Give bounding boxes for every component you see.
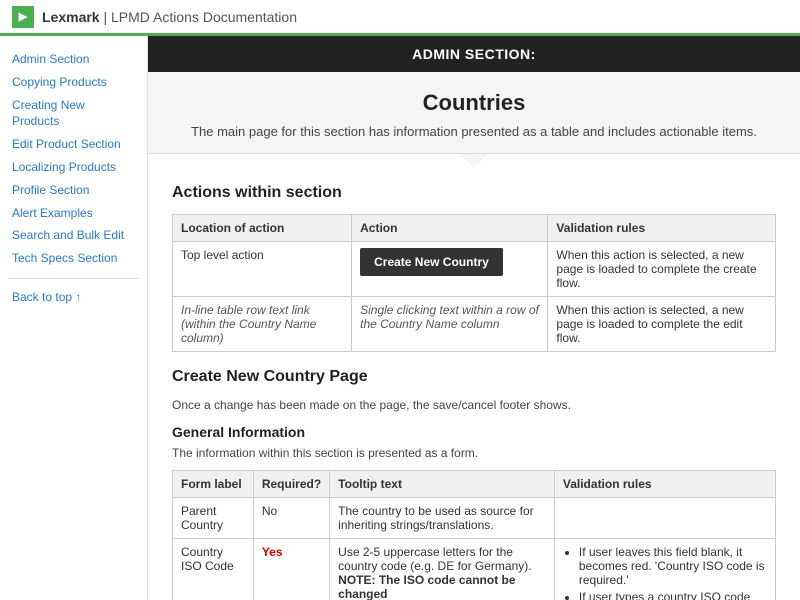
row2-action: Single clicking text within a row of the…	[352, 297, 548, 352]
sidebar-item-search-and-bulk-edit[interactable]: Search and Bulk Edit	[8, 224, 139, 247]
sidebar-item-profile-section[interactable]: Profile Section	[8, 179, 139, 202]
hero-area: Countries The main page for this section…	[148, 72, 800, 154]
general-info-desc: The information within this section is p…	[172, 446, 776, 460]
actions-col-action: Action	[352, 215, 548, 242]
row2-location: In-line table row text link (within the …	[173, 297, 352, 352]
form-col-tooltip: Tooltip text	[330, 471, 555, 498]
parent-country-validation	[554, 498, 775, 539]
admin-bar-label: ADMIN SECTION:	[412, 46, 536, 62]
sidebar: Admin Section Copying Products Creating …	[0, 36, 148, 600]
row2-validation: When this action is selected, a new page…	[548, 297, 776, 352]
sidebar-item-admin-section[interactable]: Admin Section	[8, 48, 139, 71]
general-info-table: Form label Required? Tooltip text Valida…	[172, 470, 776, 600]
header: ▶ Lexmark | LPMD Actions Documentation	[0, 0, 800, 36]
form-col-required: Required?	[253, 471, 329, 498]
iso-code-tooltip: Use 2-5 uppercase letters for the countr…	[330, 539, 555, 600]
parent-country-label: Parent Country	[173, 498, 254, 539]
row1-validation: When this action is selected, a new page…	[548, 242, 776, 297]
create-section-desc: Once a change has been made on the page,…	[172, 398, 776, 412]
row1-action: Create New Country	[352, 242, 548, 297]
main-body: Actions within section Location of actio…	[148, 168, 800, 600]
actions-table: Location of action Action Validation rul…	[172, 214, 776, 352]
table-row: In-line table row text link (within the …	[173, 297, 776, 352]
sidebar-item-copying-products[interactable]: Copying Products	[8, 71, 139, 94]
sidebar-divider	[8, 278, 139, 279]
general-info-title: General Information	[172, 424, 776, 440]
row1-location: Top level action	[173, 242, 352, 297]
table-row: Parent Country No The country to be used…	[173, 498, 776, 539]
hero-description: The main page for this section has infor…	[172, 124, 776, 139]
validation-item: If user leaves this field blank, it beco…	[579, 545, 767, 587]
parent-country-tooltip: The country to be used as source for inh…	[330, 498, 555, 539]
actions-col-location: Location of action	[173, 215, 352, 242]
form-col-label: Form label	[173, 471, 254, 498]
app-title: LPMD Actions Documentation	[111, 9, 297, 25]
sidebar-item-alert-examples[interactable]: Alert Examples	[8, 202, 139, 225]
iso-code-required: Yes	[253, 539, 329, 600]
separator: |	[103, 9, 107, 25]
hero-title: Countries	[172, 90, 776, 116]
header-title: Lexmark | LPMD Actions Documentation	[42, 9, 297, 25]
table-row: Top level action Create New Country When…	[173, 242, 776, 297]
iso-code-validation: If user leaves this field blank, it beco…	[554, 539, 775, 600]
brand-name: Lexmark	[42, 9, 100, 25]
layout: Admin Section Copying Products Creating …	[0, 36, 800, 600]
create-new-country-button[interactable]: Create New Country	[360, 248, 503, 276]
logo-icon: ▶	[12, 6, 34, 28]
actions-section-title: Actions within section	[172, 184, 776, 202]
sidebar-item-localizing-products[interactable]: Localizing Products	[8, 156, 139, 179]
hero-arrow	[460, 154, 488, 168]
table-row: Country ISO Code Yes Use 2-5 uppercase l…	[173, 539, 776, 600]
back-to-top-link[interactable]: Back to top ↑	[8, 287, 139, 307]
form-col-validation: Validation rules	[554, 471, 775, 498]
sidebar-item-tech-specs-section[interactable]: Tech Specs Section	[8, 247, 139, 270]
admin-section-bar: ADMIN SECTION:	[148, 36, 800, 72]
sidebar-item-edit-product-section[interactable]: Edit Product Section	[8, 133, 139, 156]
iso-code-label: Country ISO Code	[173, 539, 254, 600]
sidebar-item-creating-new-products[interactable]: Creating New Products	[8, 94, 139, 134]
actions-col-validation: Validation rules	[548, 215, 776, 242]
main-content: ADMIN SECTION: Countries The main page f…	[148, 36, 800, 600]
validation-item: If user types a country ISO code that	[579, 590, 767, 600]
parent-country-required: No	[253, 498, 329, 539]
iso-code-validation-list: If user leaves this field blank, it beco…	[563, 545, 767, 600]
create-section-title: Create New Country Page	[172, 368, 776, 386]
